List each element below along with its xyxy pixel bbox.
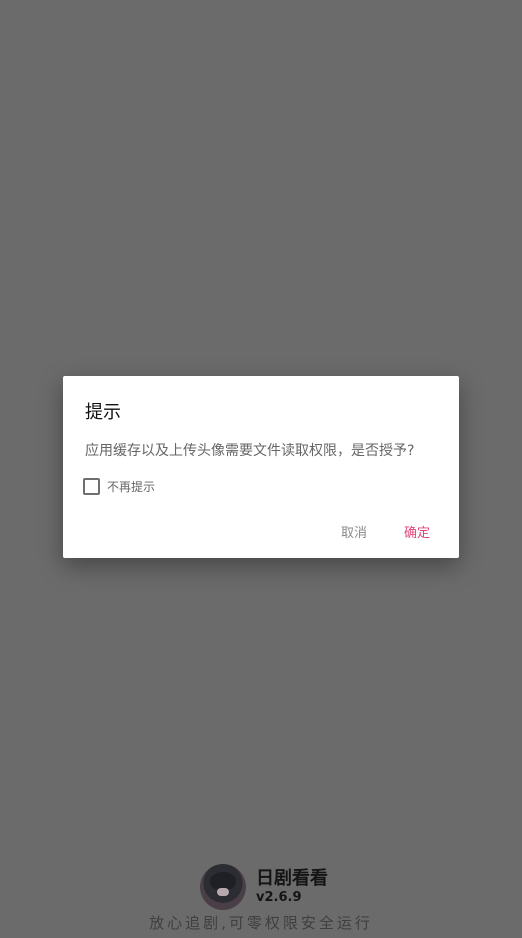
app-tagline: 放心追剧,可零权限安全运行 [149,914,373,932]
checkbox[interactable] [83,478,100,495]
dialog-message: 应用缓存以及上传头像需要文件读取权限，是否授予? [85,443,415,459]
app-name: 日剧看看 [256,868,328,889]
app-avatar [200,864,246,910]
dont-show-again-checkbox-row[interactable]: 不再提示 [83,478,155,495]
dialog-title: 提示 [85,402,121,423]
checkbox-label: 不再提示 [107,480,156,494]
app-version: v2.6.9 [256,890,302,905]
app-brand: 日剧看看 v2.6.9 [200,864,328,910]
permission-dialog: 提示 应用缓存以及上传头像需要文件读取权限，是否授予? 不再提示 取消 确定 [63,376,459,558]
cancel-button[interactable]: 取消 [341,522,367,541]
splash-footer: 日剧看看 v2.6.9 放心追剧,可零权限安全运行 [0,860,522,938]
confirm-button[interactable]: 确定 [404,522,430,541]
app-meta: 日剧看看 v2.6.9 [256,868,328,906]
